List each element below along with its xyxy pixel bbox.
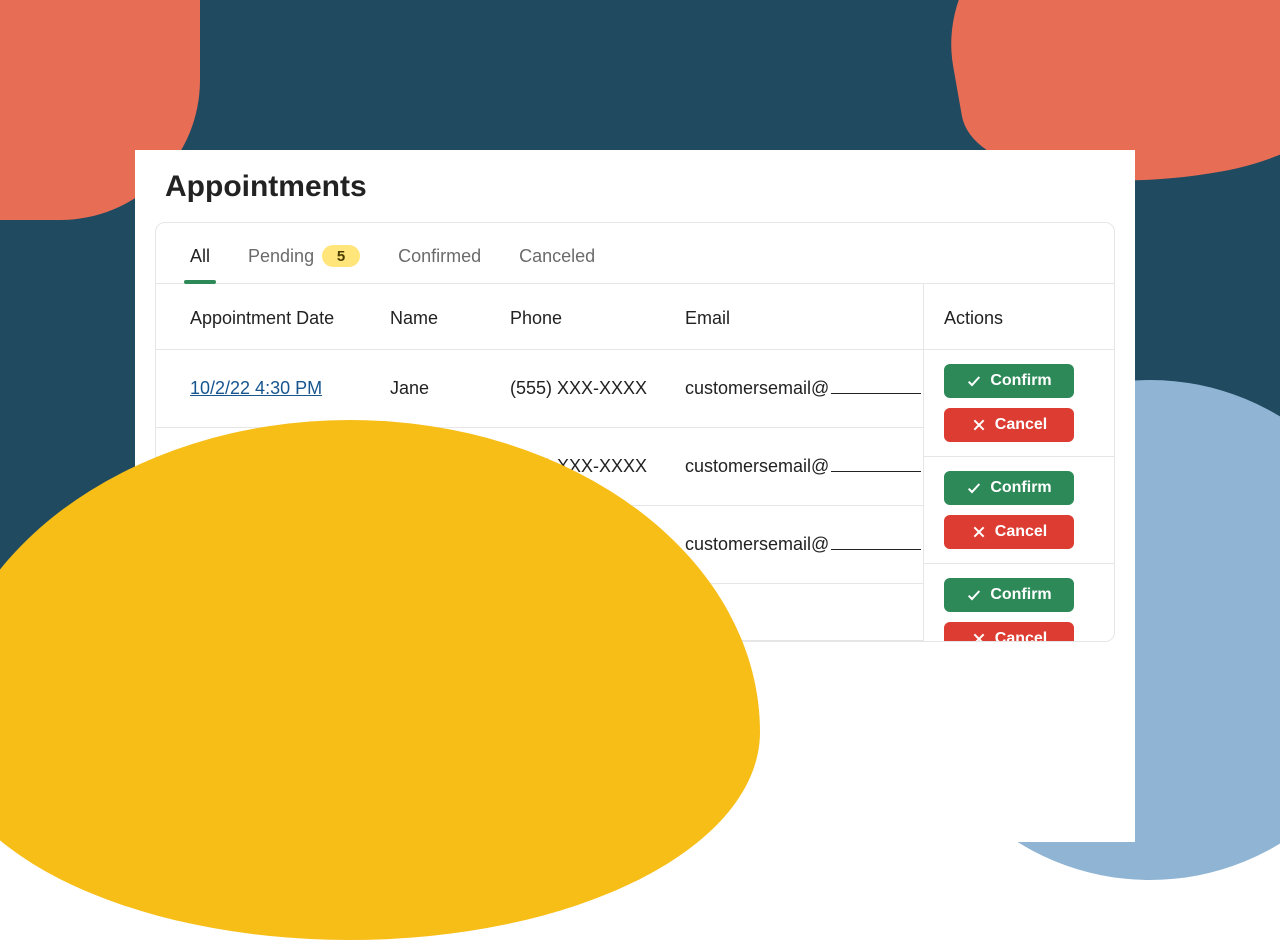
close-icon	[971, 417, 987, 433]
actions-cell: Confirm Cancel	[924, 457, 1114, 564]
confirm-label: Confirm	[990, 372, 1051, 390]
confirm-button[interactable]: Confirm	[944, 364, 1074, 398]
cancel-label: Cancel	[995, 523, 1047, 541]
table-header: Appointment Date Name Phone Email	[156, 284, 924, 350]
col-phone: Phone	[510, 308, 685, 329]
tab-confirmed[interactable]: Confirmed	[398, 246, 481, 283]
check-icon	[966, 480, 982, 496]
col-email: Email	[685, 308, 890, 329]
email-prefix: customersemail@	[685, 534, 829, 554]
cell-email: customersemail@	[685, 534, 921, 555]
check-icon	[966, 587, 982, 603]
tab-all[interactable]: All	[190, 246, 210, 283]
cancel-label: Cancel	[995, 630, 1047, 642]
email-blank	[831, 549, 921, 550]
pending-count-badge: 5	[322, 245, 360, 267]
actions-cell: Confirm Cancel	[924, 564, 1114, 642]
close-icon	[971, 631, 987, 642]
cancel-button[interactable]: Cancel	[944, 515, 1074, 549]
tab-pending[interactable]: Pending 5	[248, 245, 360, 283]
cell-email: customersemail@	[685, 456, 921, 477]
cancel-label: Cancel	[995, 416, 1047, 434]
tab-pending-label: Pending	[248, 246, 314, 267]
cell-email: customersemail@	[685, 378, 921, 399]
email-prefix: customersemail@	[685, 456, 829, 476]
cell-name: Jane	[390, 378, 510, 399]
cancel-button[interactable]: Cancel	[944, 408, 1074, 442]
tab-all-label: All	[190, 246, 210, 267]
email-blank	[831, 393, 921, 394]
actions-cell: Confirm Cancel	[924, 350, 1114, 457]
page-title: Appointments	[165, 170, 1105, 204]
confirm-button[interactable]: Confirm	[944, 471, 1074, 505]
close-icon	[971, 524, 987, 540]
tab-canceled-label: Canceled	[519, 246, 595, 267]
col-actions: Actions	[924, 284, 1114, 350]
actions-column: Actions Confirm Cancel Confirm	[923, 284, 1114, 641]
check-icon	[966, 373, 982, 389]
email-prefix: customersemail@	[685, 378, 829, 398]
confirm-label: Confirm	[990, 586, 1051, 604]
confirm-label: Confirm	[990, 479, 1051, 497]
col-date: Appointment Date	[190, 308, 390, 329]
cancel-button[interactable]: Cancel	[944, 622, 1074, 642]
cell-phone: (555) XXX-XXXX	[510, 378, 685, 399]
email-blank	[831, 471, 921, 472]
col-name: Name	[390, 308, 510, 329]
tabs: All Pending 5 Confirmed Canceled	[156, 223, 1114, 284]
confirm-button[interactable]: Confirm	[944, 578, 1074, 612]
table-row: 10/2/22 4:30 PM Jane (555) XXX-XXXX cust…	[156, 350, 924, 428]
appointment-date-link[interactable]: 10/2/22 4:30 PM	[190, 378, 322, 398]
tab-canceled[interactable]: Canceled	[519, 246, 595, 283]
tab-confirmed-label: Confirmed	[398, 246, 481, 267]
